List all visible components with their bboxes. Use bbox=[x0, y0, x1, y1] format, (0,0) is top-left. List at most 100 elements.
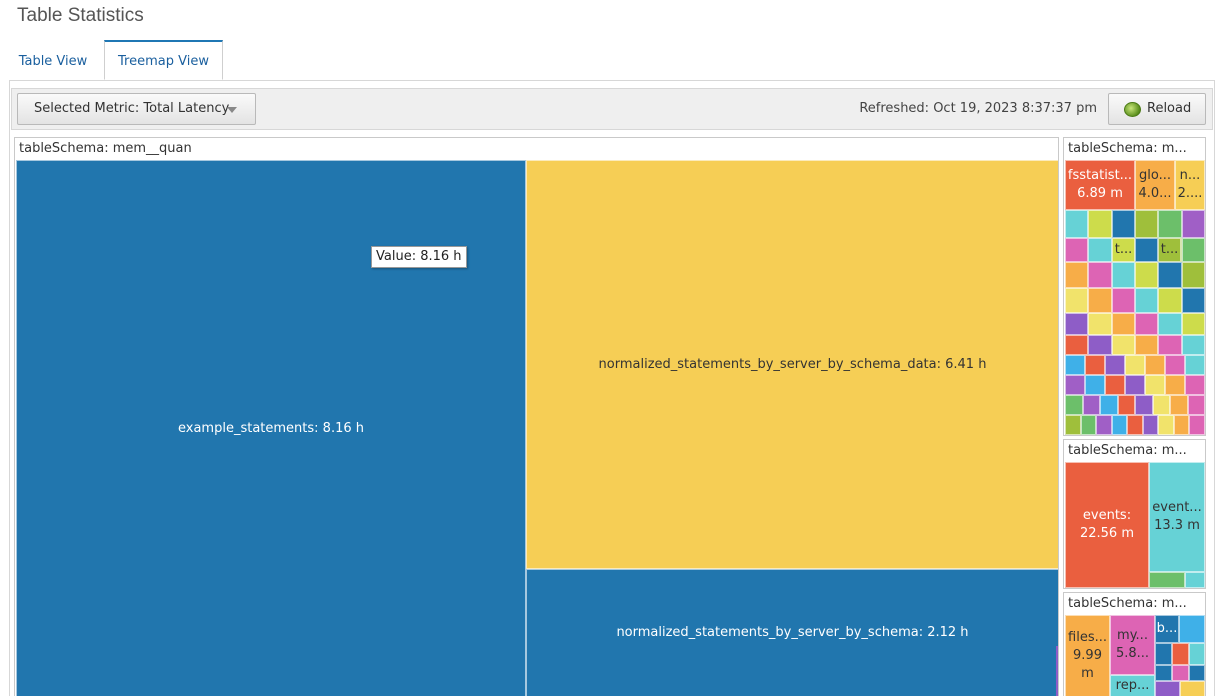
treemap-cell-small[interactable] bbox=[1127, 415, 1143, 435]
treemap-cell-small[interactable] bbox=[1135, 210, 1159, 238]
treemap-cell-small[interactable] bbox=[1179, 615, 1205, 643]
treemap-cell-sliver[interactable] bbox=[1056, 646, 1058, 696]
treemap-cell-small[interactable] bbox=[1085, 355, 1105, 375]
treemap-cell-small[interactable] bbox=[1100, 395, 1118, 415]
treemap-cell-small[interactable] bbox=[1187, 395, 1205, 415]
treemap-cell-small[interactable] bbox=[1096, 415, 1112, 435]
treemap-cell-small[interactable] bbox=[1155, 643, 1172, 665]
treemap-cell-small[interactable] bbox=[1125, 355, 1145, 375]
treemap-cell-small[interactable] bbox=[1185, 375, 1205, 395]
treemap-cell-small[interactable] bbox=[1185, 355, 1205, 375]
treemap-cell-small[interactable] bbox=[1155, 681, 1180, 696]
tab-table-view[interactable]: Table View bbox=[9, 40, 97, 80]
treemap-cell-small[interactable] bbox=[1082, 395, 1100, 415]
treemap-cell-small[interactable] bbox=[1158, 262, 1182, 288]
treemap-cell[interactable]: b... bbox=[1155, 615, 1179, 643]
treemap-cell-small[interactable] bbox=[1088, 262, 1112, 288]
treemap-cell-small[interactable] bbox=[1181, 262, 1205, 288]
treemap-cell-small[interactable] bbox=[1111, 415, 1128, 435]
treemap-cell-small[interactable] bbox=[1085, 375, 1105, 395]
treemap-cell-small[interactable] bbox=[1088, 288, 1112, 313]
treemap-cell[interactable]: example_statements: 8.16 h bbox=[16, 160, 526, 696]
treemap-cell-small[interactable] bbox=[1065, 375, 1085, 395]
treemap-cell-small[interactable] bbox=[1152, 395, 1170, 415]
treemap-cell[interactable]: n... 2.... bbox=[1175, 160, 1205, 210]
treemap-cell-small[interactable] bbox=[1111, 210, 1135, 238]
treemap-cell-small[interactable] bbox=[1172, 665, 1189, 681]
treemap-cell-small[interactable] bbox=[1158, 210, 1182, 238]
treemap-cell-small[interactable] bbox=[1165, 375, 1185, 395]
treemap-cell-small[interactable] bbox=[1065, 262, 1089, 288]
treemap-cell-small[interactable] bbox=[1135, 313, 1159, 335]
treemap-cell-small[interactable] bbox=[1065, 210, 1089, 238]
value-tooltip: Value: 8.16 h bbox=[371, 246, 467, 268]
page-title: Table Statistics bbox=[17, 5, 144, 26]
treemap-cell[interactable]: files... 9.99 m bbox=[1065, 615, 1110, 696]
treemap-cell-small[interactable] bbox=[1065, 335, 1089, 355]
treemap-cell-small[interactable] bbox=[1135, 288, 1159, 313]
treemap-cell-small[interactable] bbox=[1065, 288, 1089, 313]
treemap-cell-small[interactable] bbox=[1065, 238, 1089, 262]
treemap-cell-small[interactable] bbox=[1065, 355, 1085, 375]
treemap-cell[interactable]: normalized_statements_by_server_by_schem… bbox=[526, 160, 1058, 569]
treemap-cell-small[interactable] bbox=[1105, 355, 1125, 375]
treemap-cell-small[interactable] bbox=[1111, 288, 1135, 313]
reload-button[interactable]: Reload bbox=[1108, 93, 1206, 125]
treemap-cell-small[interactable] bbox=[1181, 238, 1205, 262]
treemap-cell[interactable]: normalized_statements_by_server_by_schem… bbox=[526, 569, 1058, 696]
treemap-cell[interactable]: events: 22.56 m bbox=[1065, 462, 1149, 588]
treemap-cell-small[interactable] bbox=[1135, 335, 1159, 355]
treemap-cell-small[interactable] bbox=[1189, 665, 1205, 681]
treemap-cell[interactable]: my... 5.8... bbox=[1110, 615, 1155, 675]
treemap-cell-small[interactable] bbox=[1173, 415, 1190, 435]
metric-select[interactable]: Selected Metric: Total Latency bbox=[17, 93, 256, 125]
treemap-cell-small[interactable] bbox=[1125, 375, 1145, 395]
treemap-cell-small[interactable] bbox=[1088, 238, 1112, 262]
treemap-cell-small[interactable] bbox=[1142, 415, 1159, 435]
refreshed-timestamp: Refreshed: Oct 19, 2023 8:37:37 pm bbox=[859, 101, 1097, 116]
treemap-cell-small[interactable] bbox=[1172, 643, 1189, 665]
treemap-cell-small[interactable] bbox=[1165, 355, 1185, 375]
treemap-cell-small[interactable] bbox=[1158, 415, 1174, 435]
treemap-cell-small[interactable] bbox=[1105, 375, 1125, 395]
treemap-cell-small[interactable] bbox=[1158, 288, 1182, 313]
treemap-cell-small[interactable] bbox=[1155, 665, 1172, 681]
treemap-cell-small[interactable] bbox=[1065, 395, 1083, 415]
treemap-cell-small[interactable] bbox=[1065, 313, 1089, 335]
treemap-cell-small[interactable] bbox=[1065, 415, 1081, 435]
treemap-cell-small[interactable] bbox=[1181, 288, 1205, 313]
treemap-cell-small[interactable] bbox=[1181, 313, 1205, 335]
treemap-cell-small[interactable] bbox=[1181, 335, 1205, 355]
treemap-cell-small[interactable] bbox=[1135, 395, 1153, 415]
treemap-cell-small[interactable] bbox=[1111, 335, 1135, 355]
treemap-cell-small[interactable] bbox=[1158, 335, 1182, 355]
treemap-cell[interactable]: fsstatist... 6.89 m bbox=[1065, 160, 1135, 210]
treemap-cell-small[interactable] bbox=[1088, 313, 1112, 335]
treemap-cell-small[interactable] bbox=[1185, 572, 1205, 588]
treemap-cell-small[interactable] bbox=[1088, 210, 1112, 238]
treemap-cell-small[interactable] bbox=[1135, 262, 1159, 288]
treemap-cell-small[interactable] bbox=[1111, 262, 1135, 288]
treemap-cell-small[interactable] bbox=[1117, 395, 1135, 415]
tab-treemap-view[interactable]: Treemap View bbox=[104, 40, 223, 80]
treemap-cell[interactable]: t... bbox=[1112, 238, 1135, 262]
treemap-cell-small[interactable] bbox=[1149, 572, 1185, 588]
treemap-cell-small[interactable] bbox=[1088, 335, 1112, 355]
treemap-cell[interactable]: rep... bbox=[1110, 675, 1155, 696]
treemap-cell[interactable]: glo... 4.0... bbox=[1135, 160, 1175, 210]
treemap-cell-small[interactable] bbox=[1170, 395, 1188, 415]
treemap-cell-small[interactable] bbox=[1181, 210, 1205, 238]
reload-icon bbox=[1124, 102, 1141, 117]
treemap-cell-small[interactable] bbox=[1145, 375, 1165, 395]
treemap-cell-small[interactable] bbox=[1111, 313, 1135, 335]
treemap-cell-small[interactable] bbox=[1145, 355, 1165, 375]
treemap-cell-small[interactable] bbox=[1189, 415, 1205, 435]
treemap-cell-small[interactable] bbox=[1158, 313, 1182, 335]
treemap-cell-small[interactable] bbox=[1080, 415, 1097, 435]
treemap-cell-small[interactable] bbox=[1135, 238, 1159, 262]
treemap-group-4: tableSchema: m... files... 9.99 m my... … bbox=[1063, 592, 1206, 696]
treemap-cell-small[interactable] bbox=[1189, 643, 1205, 665]
treemap-cell[interactable]: event... 13.3 m bbox=[1149, 462, 1205, 572]
treemap-cell-small[interactable] bbox=[1180, 681, 1205, 696]
treemap-cell[interactable]: t... bbox=[1158, 238, 1181, 262]
